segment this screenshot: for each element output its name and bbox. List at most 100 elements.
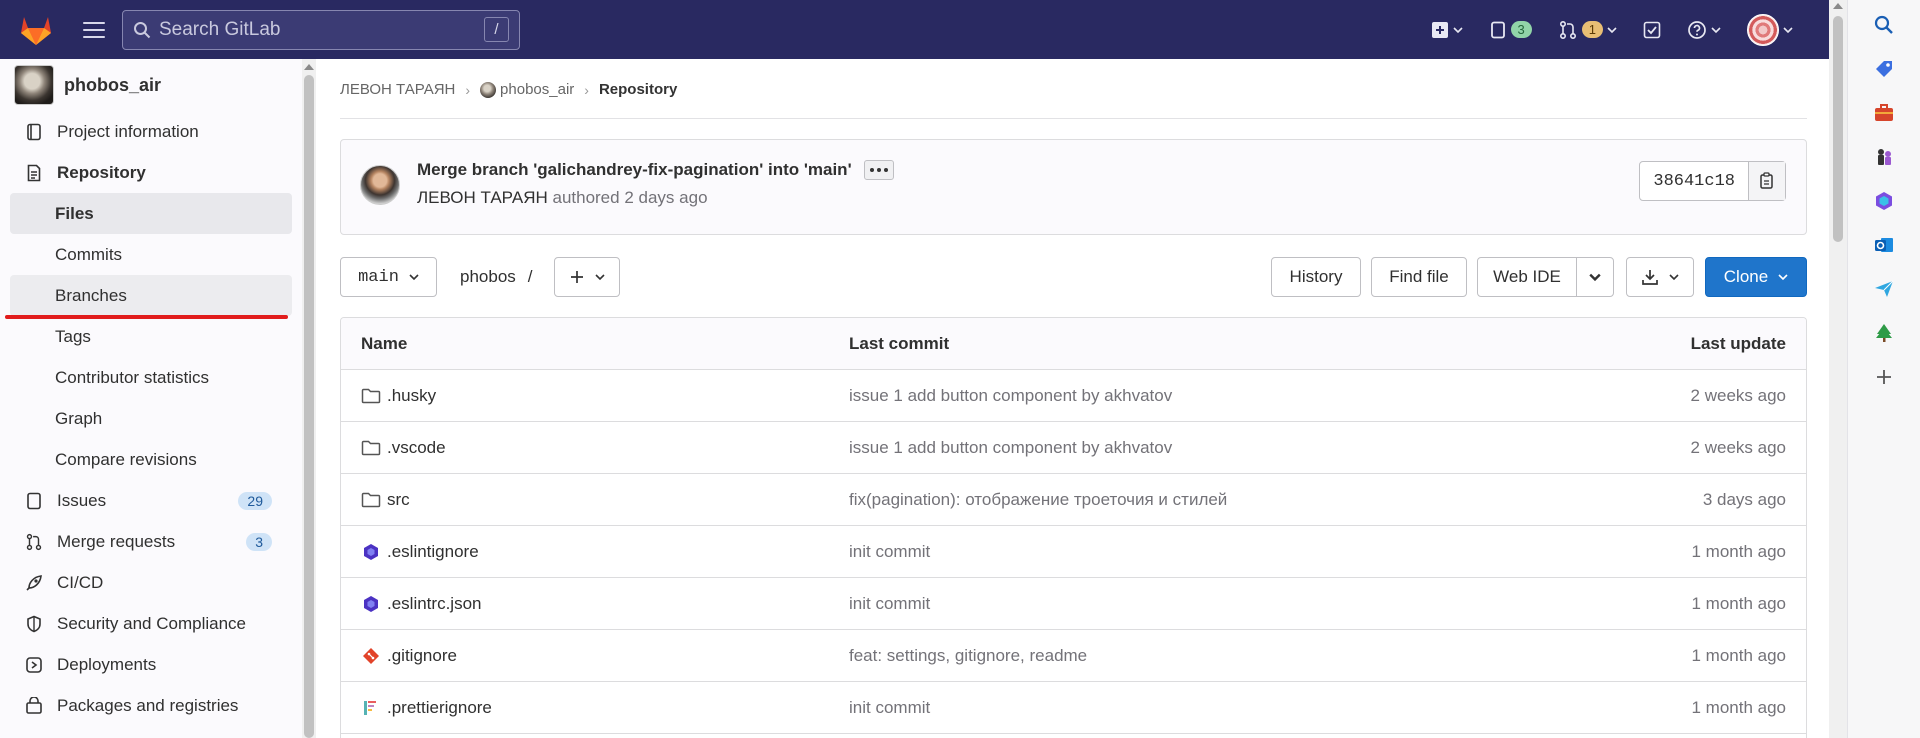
chevron-down-icon: [1607, 26, 1617, 33]
chevron-right-icon: ›: [465, 81, 471, 98]
last-commit-link[interactable]: fix(pagination): отображение троеточия и…: [849, 490, 1227, 510]
breadcrumb: ЛЕВОН ТАРАЯН › phobos_air › Repository: [340, 81, 677, 99]
last-commit-link[interactable]: init commit: [849, 698, 930, 718]
sidebar-scrollbar[interactable]: [302, 59, 316, 738]
table-row[interactable]: .gitignore feat: settings, gitignore, re…: [341, 630, 1806, 682]
branch-selector[interactable]: main: [340, 257, 437, 297]
add-to-tree-button[interactable]: [554, 257, 620, 297]
sidebar-subitem-graph[interactable]: Graph: [10, 398, 292, 439]
copy-icon[interactable]: [1749, 162, 1785, 200]
breadcrumb-owner[interactable]: ЛЕВОН ТАРАЯН: [340, 81, 455, 98]
sidebar-nav: Project information Repository Files Com…: [0, 111, 302, 726]
sidebar-subitem-compare-revisions[interactable]: Compare revisions: [10, 439, 292, 480]
send-icon[interactable]: [1871, 276, 1897, 302]
commit-title-link[interactable]: Merge branch 'galichandrey-fix-paginatio…: [417, 160, 852, 180]
path-breadcrumb: phobos /: [460, 257, 533, 297]
path-root-link[interactable]: phobos: [460, 267, 516, 287]
file-name-cell[interactable]: .gitignore: [361, 646, 457, 666]
chevron-right-icon: ›: [584, 81, 589, 98]
page-scrollbar[interactable]: [1829, 0, 1847, 738]
file-name-cell[interactable]: .eslintignore: [361, 542, 479, 562]
chevron-down-icon: [1452, 26, 1463, 33]
breadcrumb-project[interactable]: phobos_air: [480, 81, 574, 99]
file-name-cell[interactable]: .prettierignore: [361, 698, 492, 718]
sidebar-item-cicd[interactable]: CI/CD: [0, 562, 302, 603]
sidebar-subitem-tags[interactable]: Tags: [10, 316, 292, 357]
issues-count-badge: 3: [1510, 21, 1532, 38]
last-update-cell: 2 weeks ago: [1690, 385, 1786, 405]
file-name-cell[interactable]: .vscode: [361, 438, 446, 458]
office-icon[interactable]: [1871, 188, 1897, 214]
commit-meta: ЛЕВОН ТАРАЯН authored 2 days ago: [417, 188, 708, 208]
plus-square-icon: [1431, 21, 1448, 38]
main-content: ЛЕВОН ТАРАЯН › phobos_air › Repository M…: [316, 59, 1829, 738]
sidebar-project-header[interactable]: phobos_air: [0, 59, 302, 111]
find-file-button[interactable]: Find file: [1371, 257, 1467, 297]
create-new-button[interactable]: [1425, 12, 1469, 48]
sidebar-item-repository[interactable]: Repository: [0, 152, 302, 193]
table-row[interactable]: .eslintignore init commit 1 month ago: [341, 526, 1806, 578]
project-sidebar: phobos_air Project information Repositor…: [0, 59, 303, 738]
file-name-cell[interactable]: .husky: [361, 386, 436, 406]
issues-nav-button[interactable]: 3: [1483, 12, 1538, 48]
table-row[interactable]: .vscode issue 1 add button component by …: [341, 422, 1806, 474]
commit-author-link[interactable]: ЛЕВОН ТАРАЯН: [417, 188, 548, 207]
help-icon: [1688, 20, 1706, 39]
chess-icon[interactable]: [1871, 144, 1897, 170]
help-button[interactable]: [1681, 12, 1727, 48]
chevron-down-icon: [1711, 26, 1721, 33]
table-row[interactable]: .eslintrc.json init commit 1 month ago: [341, 578, 1806, 630]
last-commit-link[interactable]: init commit: [849, 594, 930, 614]
sidebar-subitem-branches[interactable]: Branches: [10, 275, 292, 316]
user-menu-button[interactable]: [1741, 12, 1799, 48]
search-icon[interactable]: [1871, 12, 1897, 38]
sidebar-item-project-information[interactable]: Project information: [0, 111, 302, 152]
tree-icon[interactable]: [1871, 320, 1897, 346]
sidebar-item-packages[interactable]: Packages and registries: [0, 685, 302, 726]
clone-button[interactable]: Clone: [1705, 257, 1807, 297]
file-name-cell[interactable]: src: [361, 490, 410, 510]
browser-side-rail: [1847, 0, 1920, 738]
project-name: phobos_air: [64, 74, 162, 95]
merge-requests-nav-button[interactable]: 1: [1552, 12, 1623, 48]
outlook-icon[interactable]: [1871, 232, 1897, 258]
web-ide-button[interactable]: Web IDE: [1477, 257, 1577, 297]
menu-icon[interactable]: [83, 19, 105, 41]
sidebar-item-security[interactable]: Security and Compliance: [0, 603, 302, 644]
file-name-label: .vscode: [387, 437, 446, 457]
breadcrumb-current[interactable]: Repository: [599, 81, 677, 98]
tag-icon[interactable]: [1871, 56, 1897, 82]
table-row[interactable]: src fix(pagination): отображение троеточ…: [341, 474, 1806, 526]
sidebar-item-issues[interactable]: Issues 29: [0, 480, 302, 521]
sidebar-item-deployments[interactable]: Deployments: [0, 644, 302, 685]
commit-sha-button[interactable]: 38641c18: [1640, 162, 1749, 200]
last-commit-link[interactable]: issue 1 add button component by akhvatov: [849, 386, 1172, 406]
file-name-cell[interactable]: .eslintrc.json: [361, 594, 481, 614]
search-input[interactable]: Search GitLab /: [122, 9, 520, 50]
todos-button[interactable]: [1637, 12, 1667, 48]
sidebar-subitem-contributor-statistics[interactable]: Contributor statistics: [10, 357, 292, 398]
sidebar-subitem-label: Commits: [55, 244, 123, 264]
plus-icon[interactable]: [1871, 364, 1897, 390]
ellipsis-icon[interactable]: [863, 160, 894, 180]
last-commit-link[interactable]: issue 1 add button component by akhvatov: [849, 438, 1172, 458]
commit-author-avatar[interactable]: [360, 165, 400, 205]
briefcase-icon[interactable]: [1871, 100, 1897, 126]
sidebar-item-label: Packages and registries: [57, 695, 239, 715]
file-name-label: .eslintrc.json: [387, 593, 482, 613]
sidebar-subitem-commits[interactable]: Commits: [10, 234, 292, 275]
last-commit-link[interactable]: feat: settings, gitignore, readme: [849, 646, 1087, 666]
table-row[interactable]: .prettierignore init commit 1 month ago: [341, 682, 1806, 734]
column-header-name: Name: [361, 333, 408, 353]
clone-button-label: Clone: [1723, 267, 1769, 286]
folder-icon: [361, 490, 381, 510]
download-button[interactable]: [1626, 257, 1694, 297]
sidebar-subitem-files[interactable]: Files: [10, 193, 292, 234]
web-ide-dropdown-button[interactable]: [1576, 257, 1614, 297]
gitlab-logo-icon[interactable]: [17, 11, 55, 49]
table-row[interactable]: .husky issue 1 add button component by a…: [341, 370, 1806, 422]
sidebar-item-merge-requests[interactable]: Merge requests 3: [0, 521, 302, 562]
last-commit-link[interactable]: init commit: [849, 542, 930, 562]
folder-icon: [361, 386, 381, 406]
history-button[interactable]: History: [1271, 257, 1361, 297]
